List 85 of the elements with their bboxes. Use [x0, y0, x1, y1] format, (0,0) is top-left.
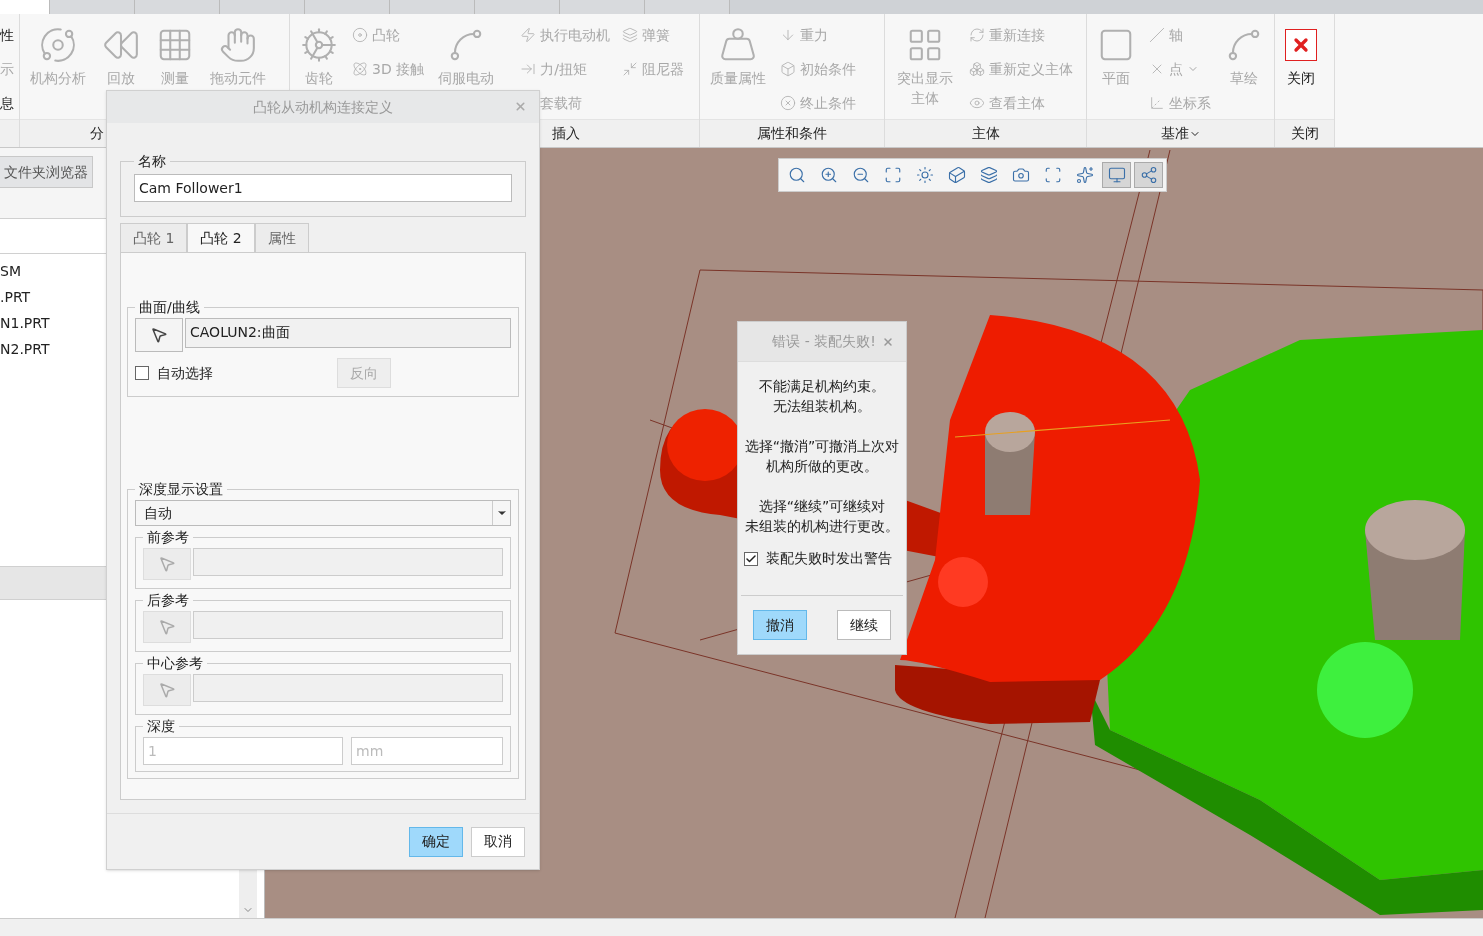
group-label: 属性和条件 [757, 124, 827, 143]
error-title: 错误 - 装配失败! [772, 332, 876, 351]
ribbon-button[interactable]: 关闭 [1279, 18, 1323, 119]
reference-field[interactable] [193, 674, 503, 702]
circle-x-icon [780, 95, 796, 111]
dialog-tab[interactable]: 凸轮 2 [187, 223, 255, 253]
boxes-icon [969, 61, 985, 77]
dialog-button[interactable]: 确定 [409, 826, 463, 857]
error-button[interactable]: 继续 [837, 610, 891, 640]
zoom-fit-icon [787, 166, 806, 184]
close-button[interactable] [882, 335, 894, 348]
group-label: 分 [90, 124, 104, 143]
view-tool-button[interactable] [1134, 162, 1163, 188]
zoom-in-icon [819, 166, 838, 184]
surface-label: 曲面/曲线 [138, 298, 201, 317]
reference-label: 中心参考 [146, 654, 204, 673]
group-label: 主体 [971, 124, 1000, 143]
warn-checkbox[interactable] [744, 551, 758, 566]
scan-icon [1043, 166, 1062, 184]
auto-select-checkbox[interactable] [135, 366, 149, 380]
orbit-icon [39, 26, 77, 64]
pointer-icon [158, 618, 176, 636]
slash-icon [1149, 27, 1165, 43]
box-icon [780, 61, 796, 77]
ribbon-button[interactable]: 性 [0, 24, 14, 46]
sparkles-icon [1075, 166, 1094, 184]
group-label: 关闭 [1290, 124, 1319, 143]
camera-icon [1011, 166, 1030, 184]
hand-icon [219, 26, 257, 64]
error-message-line: 无法组装机构。 [773, 397, 871, 416]
select-button[interactable] [135, 318, 183, 352]
zap-icon [520, 27, 537, 43]
reference-field[interactable] [193, 548, 503, 576]
zoom-out-icon [851, 166, 870, 184]
reference-field[interactable] [193, 611, 503, 639]
display-select[interactable]: 自动 [135, 500, 511, 526]
pointer-icon [158, 555, 176, 573]
warn-label: 装配失败时发出警告 [766, 549, 892, 568]
pointer-icon [150, 326, 168, 344]
eye-icon [969, 95, 985, 111]
error-button[interactable]: 撤消 [753, 610, 807, 640]
error-message-line: 选择“继续”可继续对 [758, 497, 886, 516]
error-message-line: 机构所做的更改。 [766, 457, 878, 476]
folder-browser-tab[interactable]: 文件夹浏览器 [0, 156, 93, 188]
arrow-icon [520, 61, 537, 77]
arrow-down-icon [780, 27, 796, 43]
error-message-line: 选择“撤消”可撤消上次对 [744, 437, 900, 456]
minimize-icon [622, 61, 639, 77]
close-button[interactable] [513, 99, 527, 113]
group-label: 插入 [552, 124, 580, 143]
reference-label: 后参考 [146, 591, 190, 610]
error-message-line: 未组装的机构进行更改。 [745, 517, 899, 536]
surface-field[interactable]: CAOLUN2:曲面 [185, 318, 511, 348]
view-tool-button[interactable] [1102, 162, 1131, 188]
refresh-icon [969, 27, 985, 43]
depth-label: 深度 [146, 717, 176, 736]
ribbon-button[interactable]: 息 [0, 92, 14, 114]
dialog-tab[interactable]: 属性 [254, 223, 309, 253]
dialog-tab[interactable]: 凸轮 1 [120, 223, 188, 253]
name-label: 名称 [137, 152, 167, 171]
unit-field[interactable]: mm [351, 737, 503, 765]
sun-icon [915, 166, 934, 184]
layers-icon [979, 166, 998, 184]
name-field[interactable]: Cam Follower1 [134, 174, 512, 202]
error-message-line: 不能满足机构约束。 [759, 377, 885, 396]
auto-select-label: 自动选择 [157, 363, 213, 383]
group-label: 基准 [1160, 124, 1189, 143]
reference-label: 前参考 [146, 528, 190, 547]
gear-icon [300, 26, 338, 64]
layers-icon [622, 27, 639, 43]
dialog-title: 凸轮从动机构连接定义 [253, 97, 393, 117]
dialog-button[interactable]: 取消 [471, 826, 525, 857]
share-icon [1139, 166, 1158, 184]
close-icon [1285, 29, 1317, 61]
pointer-icon [158, 681, 176, 699]
depth-settings-label: 深度显示设置 [138, 480, 224, 499]
atom-icon [352, 61, 368, 77]
close-icon [882, 335, 894, 348]
axis-icon [1149, 95, 1165, 111]
monitor-icon [1107, 166, 1126, 184]
close-icon [513, 99, 527, 113]
maximize-icon [883, 166, 902, 184]
depth-field[interactable]: 1 [143, 737, 343, 765]
cube-icon [947, 166, 966, 184]
disc-icon [352, 27, 368, 43]
